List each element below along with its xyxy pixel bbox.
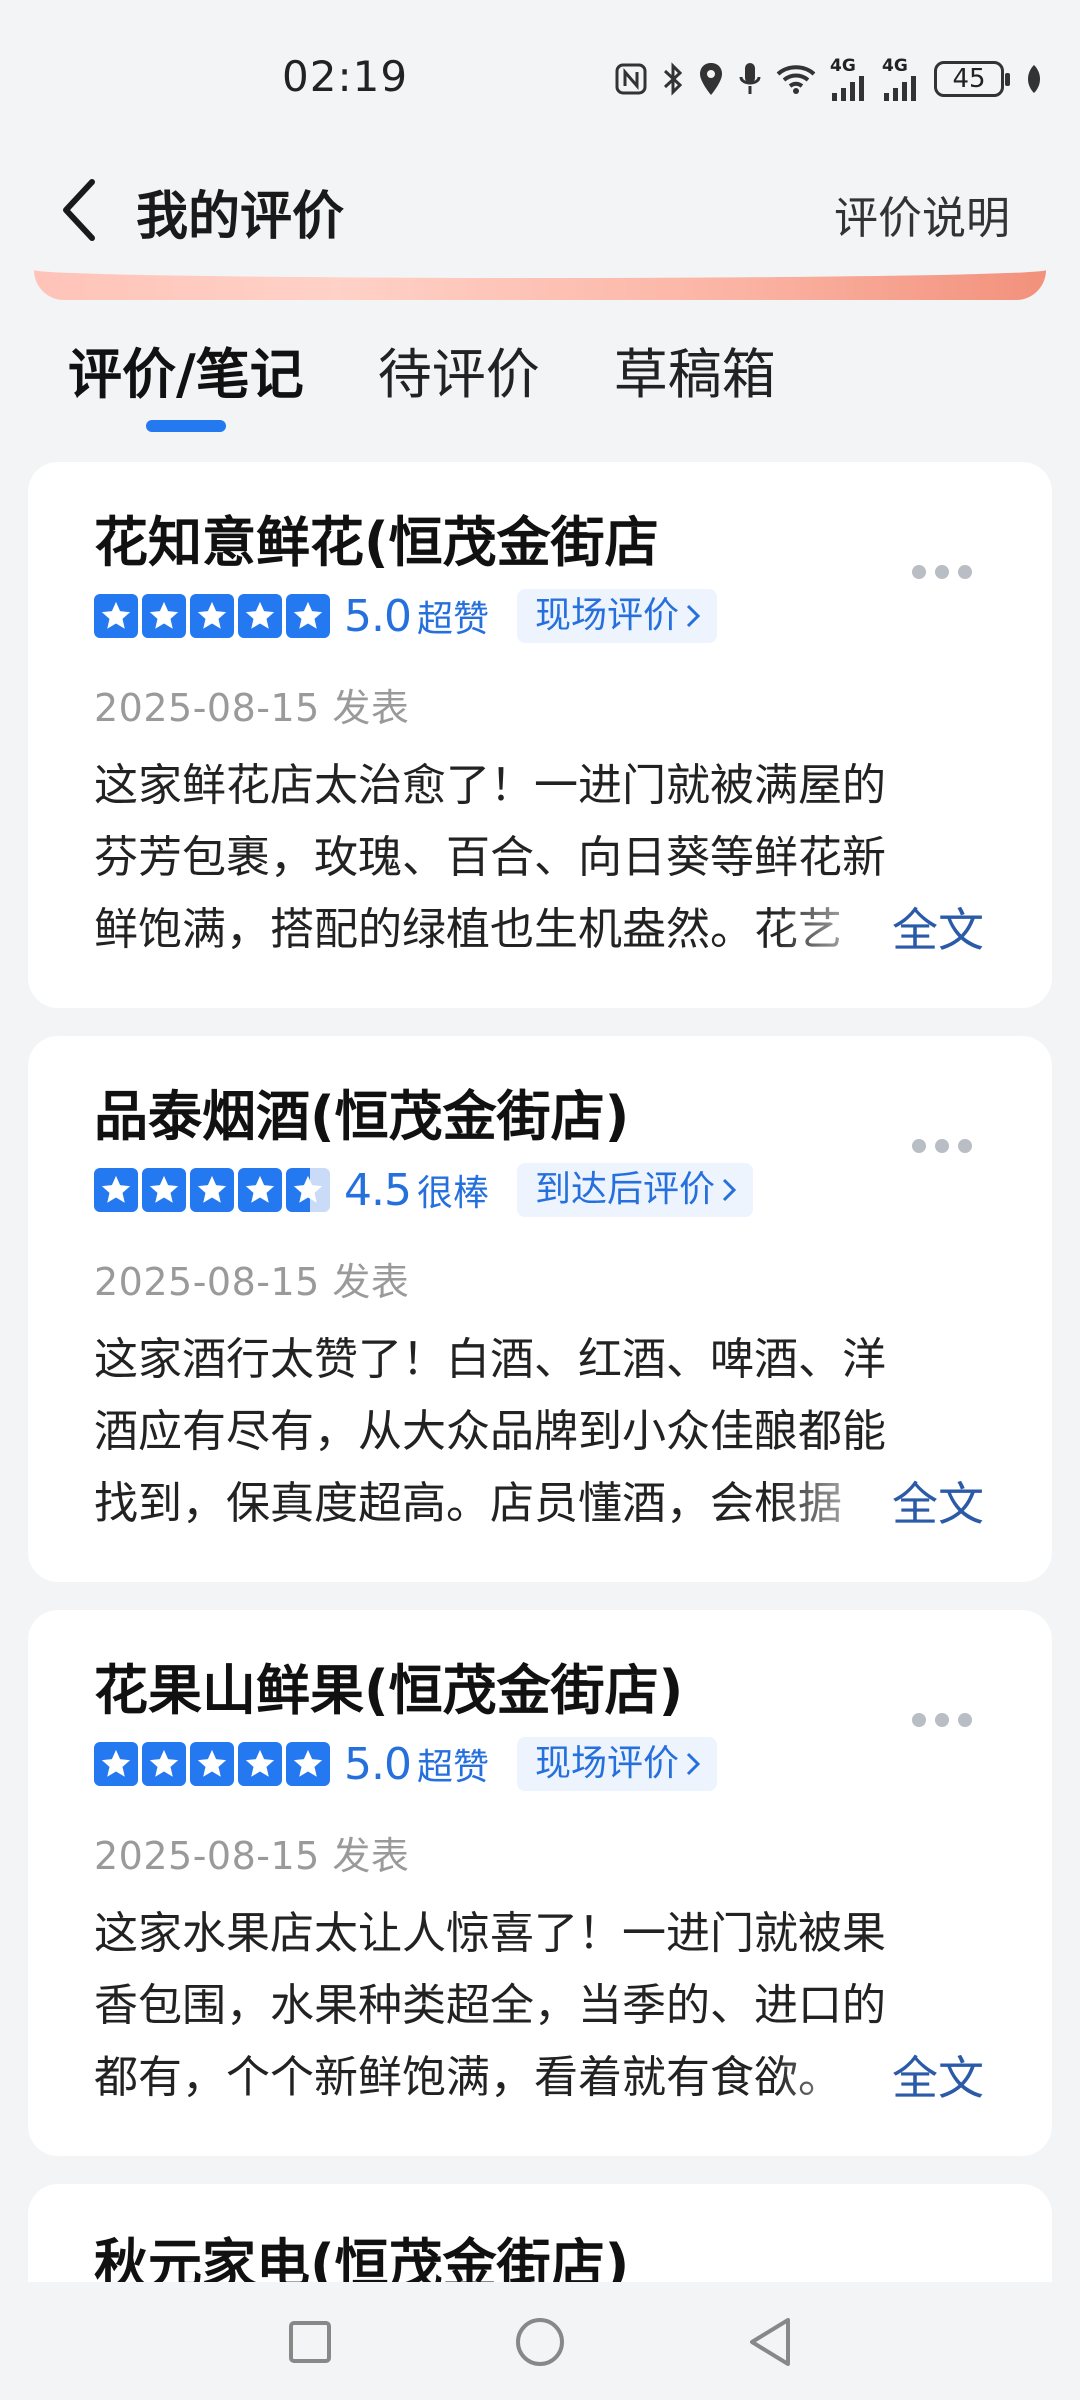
more-options-button[interactable] [912,562,972,582]
battery-icon: 45 [934,61,1010,97]
review-text-line: 都有，个个新鲜饱满，看着就有食欲。 [94,2052,842,2103]
rating-score: 5.0 [344,590,412,642]
review-content[interactable]: 这家酒行太赞了！白酒、红酒、啤酒、洋 酒应有尽有，从大众品牌到小众佳酿都能 找到… [94,1324,994,1540]
star-icon [238,594,282,638]
location-icon [698,61,724,97]
chevron-right-icon [722,1178,737,1202]
wifi-icon [776,63,816,95]
shop-name[interactable]: 花知意鲜花(恒茂金街店 [94,498,659,577]
chevron-right-icon [686,604,701,628]
full-text-link[interactable]: 全文 [892,894,984,966]
review-card[interactable]: 花果山鲜果(恒茂金街店) 5.0 超赞 现场评价 2025-08-15 发表 这… [28,1610,1052,2156]
review-date: 2025-08-15 发表 [94,686,410,730]
star-icon [238,1168,282,1212]
review-text-line: 这家鲜花店太治愈了！一进门就被满屋的 [94,760,886,811]
rating-score: 5.0 [344,1738,412,1790]
nfc-icon [614,62,648,96]
banner-strip [34,262,1046,300]
review-card[interactable]: 花知意鲜花(恒茂金街店 5.0 超赞 现场评价 2025-08-15 发表 这家… [28,462,1052,1008]
review-text-line: 芬芳包裹，玫瑰、百合、向日葵等鲜花新 [94,832,886,883]
rating-row: 5.0 超赞 现场评价 [94,589,718,643]
signal-icon: 4G [830,55,868,101]
rating-word: 超赞 [416,599,489,640]
review-date: 2025-08-15 发表 [94,1834,410,1878]
tab-drafts[interactable]: 草稿箱 [614,330,776,430]
review-card[interactable]: 品泰烟酒(恒茂金街店) 4.5 很棒 到达后评价 2025-08-15 发表 这… [28,1036,1052,1582]
page-header: 我的评价 评价说明 [0,150,1080,270]
rating-row: 4.5 很棒 到达后评价 [94,1163,754,1217]
circle-icon [516,2318,564,2366]
more-options-button[interactable] [912,1136,972,1156]
star-icon [142,1168,186,1212]
star-icon [190,1742,234,1786]
review-text-line: 香包围，水果种类超全，当季的、进口的 [94,1980,886,2031]
half-star-icon [286,1168,330,1212]
star-icon [190,1168,234,1212]
chevron-left-icon [63,179,95,241]
review-text-line: 鲜饱满，搭配的绿植也生机盎然。花艺 [94,904,842,955]
review-content[interactable]: 这家鲜花店太治愈了！一进门就被满屋的 芬芳包裹，玫瑰、百合、向日葵等鲜花新 鲜饱… [94,750,994,966]
rating-type-label: 现场评价 [535,1743,680,1784]
recent-apps-button[interactable] [280,2312,340,2372]
star-rating [94,594,330,638]
full-text-link[interactable]: 全文 [892,2042,984,2114]
bluetooth-icon [662,61,684,97]
rating-word: 很棒 [416,1173,489,1214]
star-icon [142,594,186,638]
back-button[interactable] [50,170,110,250]
rating-type-tag[interactable]: 现场评价 [517,1737,718,1791]
mic-icon [738,61,762,97]
review-text-line: 酒应有尽有，从大众品牌到小众佳酿都能 [94,1406,886,1457]
star-icon [286,594,330,638]
page-title: 我的评价 [136,187,345,247]
star-icon [190,594,234,638]
rating-score: 4.5 [344,1164,412,1216]
tab-reviews-notes[interactable]: 评价/笔记 [68,330,304,432]
rating-type-tag[interactable]: 到达后评价 [517,1163,754,1217]
rating-row: 5.0 超赞 现场评价 [94,1737,718,1791]
chevron-right-icon [686,1752,701,1776]
shop-name[interactable]: 品泰烟酒(恒茂金街店) [94,1072,629,1151]
star-icon [94,594,138,638]
rating-word: 超赞 [416,1747,489,1788]
review-date: 2025-08-15 发表 [94,1260,410,1304]
triangle-back-icon [750,2318,790,2366]
tab-bar: 评价/笔记 待评价 草稿箱 [68,330,776,440]
rating-type-tag[interactable]: 现场评价 [517,589,718,643]
network-label: 4G [882,55,908,76]
rating-type-label: 到达后评价 [535,1169,716,1210]
review-content[interactable]: 这家水果店太让人惊喜了！一进门就被果 香包围，水果种类超全，当季的、进口的 都有… [94,1898,994,2114]
rating-explanation-link[interactable]: 评价说明 [834,182,1010,246]
full-text-link[interactable]: 全文 [892,1468,984,1540]
system-nav-bar [0,2282,1080,2400]
status-icons: 4G 4G 45 [614,56,1044,102]
home-button[interactable] [510,2312,570,2372]
network-label: 4G [830,55,856,76]
star-icon [94,1742,138,1786]
review-text-line: 找到，保真度超高。店员懂酒，会根据 [94,1478,842,1529]
status-bar: 02:19 4G 4G 45 [0,0,1080,150]
signal-icon: 4G [882,55,920,101]
star-icon [94,1168,138,1212]
star-rating [94,1168,330,1212]
star-icon [286,1742,330,1786]
star-rating [94,1742,330,1786]
leaf-icon [1024,63,1044,95]
star-icon [142,1742,186,1786]
review-text-line: 这家水果店太让人惊喜了！一进门就被果 [94,1908,886,1959]
square-icon [289,2321,331,2363]
rating-type-label: 现场评价 [535,595,680,636]
back-nav-button[interactable] [740,2312,800,2372]
more-options-button[interactable] [912,1710,972,1730]
review-text-line: 这家酒行太赞了！白酒、红酒、啤酒、洋 [94,1334,886,1385]
shop-name[interactable]: 花果山鲜果(恒茂金街店) [94,1646,683,1725]
tab-pending-review[interactable]: 待评价 [378,330,540,430]
status-time: 02:19 [282,52,409,101]
star-icon [238,1742,282,1786]
